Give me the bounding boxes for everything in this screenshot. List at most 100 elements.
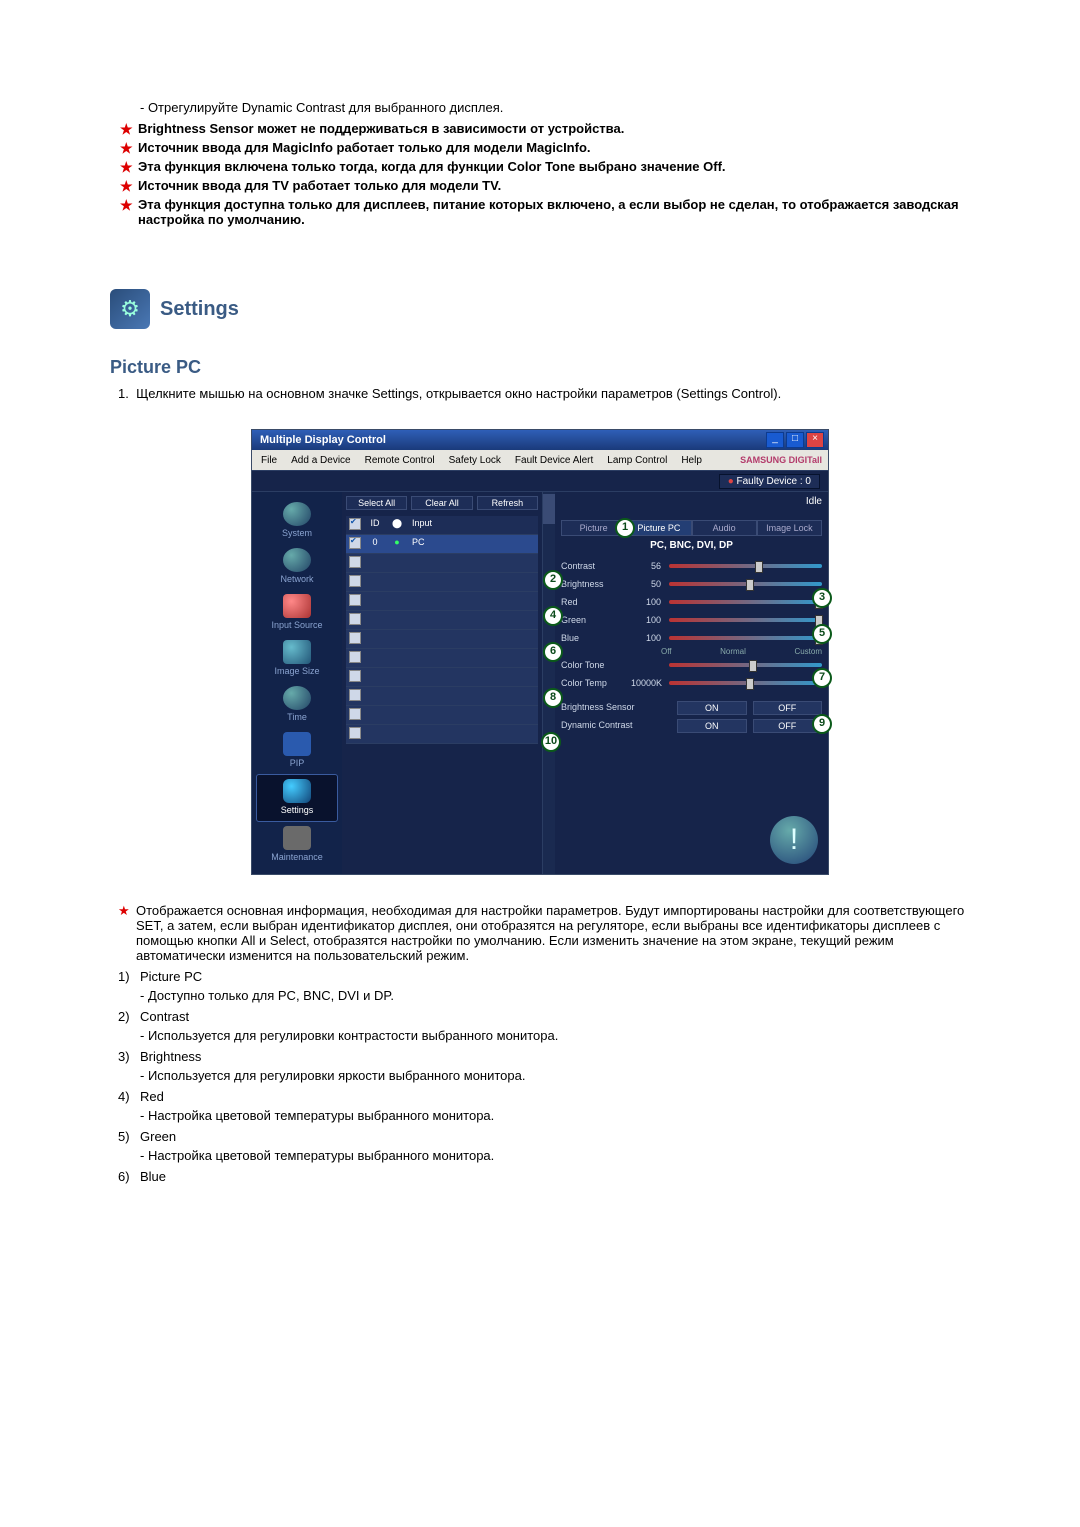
- row-checkbox[interactable]: [349, 651, 361, 663]
- sidebar-item-settings[interactable]: Settings: [256, 774, 338, 822]
- table-row[interactable]: 0 ● PC: [346, 535, 538, 554]
- brightness-value: 50: [631, 579, 665, 589]
- settings-heading: ⚙ Settings: [110, 289, 970, 329]
- table-row[interactable]: [346, 668, 538, 687]
- item-4-desc: - Настройка цветовой температуры выбранн…: [140, 1108, 970, 1123]
- pip-icon: [283, 732, 311, 756]
- table-row[interactable]: [346, 706, 538, 725]
- row-checkbox[interactable]: [349, 556, 361, 568]
- item-1: 1)Picture PC: [118, 969, 970, 984]
- green-slider[interactable]: [669, 618, 822, 622]
- red-slider[interactable]: [669, 600, 822, 604]
- table-row[interactable]: [346, 573, 538, 592]
- menubar: File Add a Device Remote Control Safety …: [252, 450, 828, 470]
- item-3: 3)Brightness: [118, 1049, 970, 1064]
- sidebar-item-maintenance[interactable]: Maintenance: [252, 822, 342, 868]
- row-checkbox[interactable]: [349, 575, 361, 587]
- window-title: Multiple Display Control: [256, 434, 386, 446]
- callout-10: 10: [541, 732, 561, 752]
- refresh-button[interactable]: Refresh: [477, 496, 538, 510]
- tab-audio[interactable]: Audio: [692, 520, 757, 536]
- callout-5: 5: [812, 624, 832, 644]
- row-checkbox[interactable]: [349, 727, 361, 739]
- item-2-desc: - Используется для регулировки контрасто…: [140, 1028, 970, 1043]
- brightness-row: Brightness 50: [561, 575, 822, 593]
- sidebar-item-system[interactable]: System: [252, 498, 342, 544]
- sidebar-item-time[interactable]: Time: [252, 682, 342, 728]
- color-tone-slider[interactable]: [669, 663, 822, 667]
- row-checkbox[interactable]: [349, 708, 361, 720]
- brightness-slider[interactable]: [669, 582, 822, 586]
- maximize-button[interactable]: □: [786, 432, 804, 448]
- contrast-value: 56: [631, 561, 665, 571]
- sidebar-label-time: Time: [252, 712, 342, 722]
- header-checkbox[interactable]: [349, 518, 361, 530]
- row-checkbox[interactable]: [349, 537, 361, 549]
- sidebar-label-settings: Settings: [257, 805, 337, 815]
- minimize-button[interactable]: _: [766, 432, 784, 448]
- item-5: 5)Green: [118, 1129, 970, 1144]
- menu-fault-alert[interactable]: Fault Device Alert: [508, 455, 600, 466]
- menu-help[interactable]: Help: [674, 455, 709, 466]
- close-button[interactable]: ×: [806, 432, 824, 448]
- table-row[interactable]: [346, 687, 538, 706]
- row-checkbox[interactable]: [349, 613, 361, 625]
- menu-add-device[interactable]: Add a Device: [284, 455, 357, 466]
- sidebar-item-network[interactable]: Network: [252, 544, 342, 590]
- sidebar-item-image-size[interactable]: Image Size: [252, 636, 342, 682]
- tab-image-lock[interactable]: Image Lock: [757, 520, 822, 536]
- col-input: Input: [408, 516, 538, 534]
- menu-lamp-control[interactable]: Lamp Control: [600, 455, 674, 466]
- app-screenshot: Multiple Display Control _ □ × File Add …: [251, 429, 829, 875]
- row-id: 0: [364, 535, 386, 553]
- row-checkbox[interactable]: [349, 689, 361, 701]
- row-checkbox[interactable]: [349, 670, 361, 682]
- table-row[interactable]: [346, 649, 538, 668]
- brightness-sensor-on[interactable]: ON: [677, 701, 747, 715]
- row-checkbox[interactable]: [349, 594, 361, 606]
- brightness-sensor-off[interactable]: OFF: [753, 701, 823, 715]
- menu-safety-lock[interactable]: Safety Lock: [442, 455, 508, 466]
- controls-panel: Idle Picture Picture PC Audio Image Lock…: [555, 492, 828, 874]
- color-temp-row: Color Temp 10000K: [561, 674, 822, 692]
- contrast-row: Contrast 56: [561, 557, 822, 575]
- color-tone-row: Color Tone: [561, 656, 822, 674]
- table-row[interactable]: [346, 630, 538, 649]
- sidebar-label-image-size: Image Size: [252, 666, 342, 676]
- scrollbar[interactable]: [542, 492, 555, 874]
- row-checkbox[interactable]: [349, 632, 361, 644]
- item-5-desc: - Настройка цветовой температуры выбранн…: [140, 1148, 970, 1163]
- blue-slider[interactable]: [669, 636, 822, 640]
- item-1-desc: - Доступно только для PC, BNC, DVI и DP.: [140, 988, 970, 1003]
- opt-custom: Custom: [794, 647, 822, 656]
- sidebar-item-input-source[interactable]: Input Source: [252, 590, 342, 636]
- col-id: ID: [364, 516, 386, 534]
- select-all-button[interactable]: Select All: [346, 496, 407, 510]
- step-1-text: Щелкните мышью на основном значке Settin…: [136, 386, 781, 401]
- star-note-3: Эта функция включена только тогда, когда…: [120, 159, 970, 174]
- input-source-icon: [283, 594, 311, 618]
- row-status-icon: ●: [386, 535, 408, 553]
- menu-remote-control[interactable]: Remote Control: [358, 455, 442, 466]
- callout-4: 4: [543, 606, 563, 626]
- opt-off: Off: [661, 647, 672, 656]
- table-row[interactable]: [346, 592, 538, 611]
- window-buttons: _ □ ×: [766, 432, 824, 448]
- clear-all-button[interactable]: Clear All: [411, 496, 472, 510]
- table-row[interactable]: [346, 611, 538, 630]
- dynamic-contrast-on[interactable]: ON: [677, 719, 747, 733]
- callout-6: 6: [543, 642, 563, 662]
- idle-label: Idle: [806, 496, 822, 507]
- red-value: 100: [631, 597, 665, 607]
- table-row[interactable]: [346, 725, 538, 744]
- color-tone-opts: Off Normal Custom: [561, 647, 822, 656]
- color-temp-slider[interactable]: [669, 681, 822, 685]
- faulty-bar: Faulty Device : 0: [252, 470, 828, 492]
- table-row[interactable]: [346, 554, 538, 573]
- sidebar-item-pip[interactable]: PIP: [252, 728, 342, 774]
- sidebar-label-network: Network: [252, 574, 342, 584]
- menu-file[interactable]: File: [254, 455, 284, 466]
- tab-picture-pc[interactable]: Picture PC: [626, 520, 691, 536]
- contrast-slider[interactable]: [669, 564, 822, 568]
- green-value: 100: [631, 615, 665, 625]
